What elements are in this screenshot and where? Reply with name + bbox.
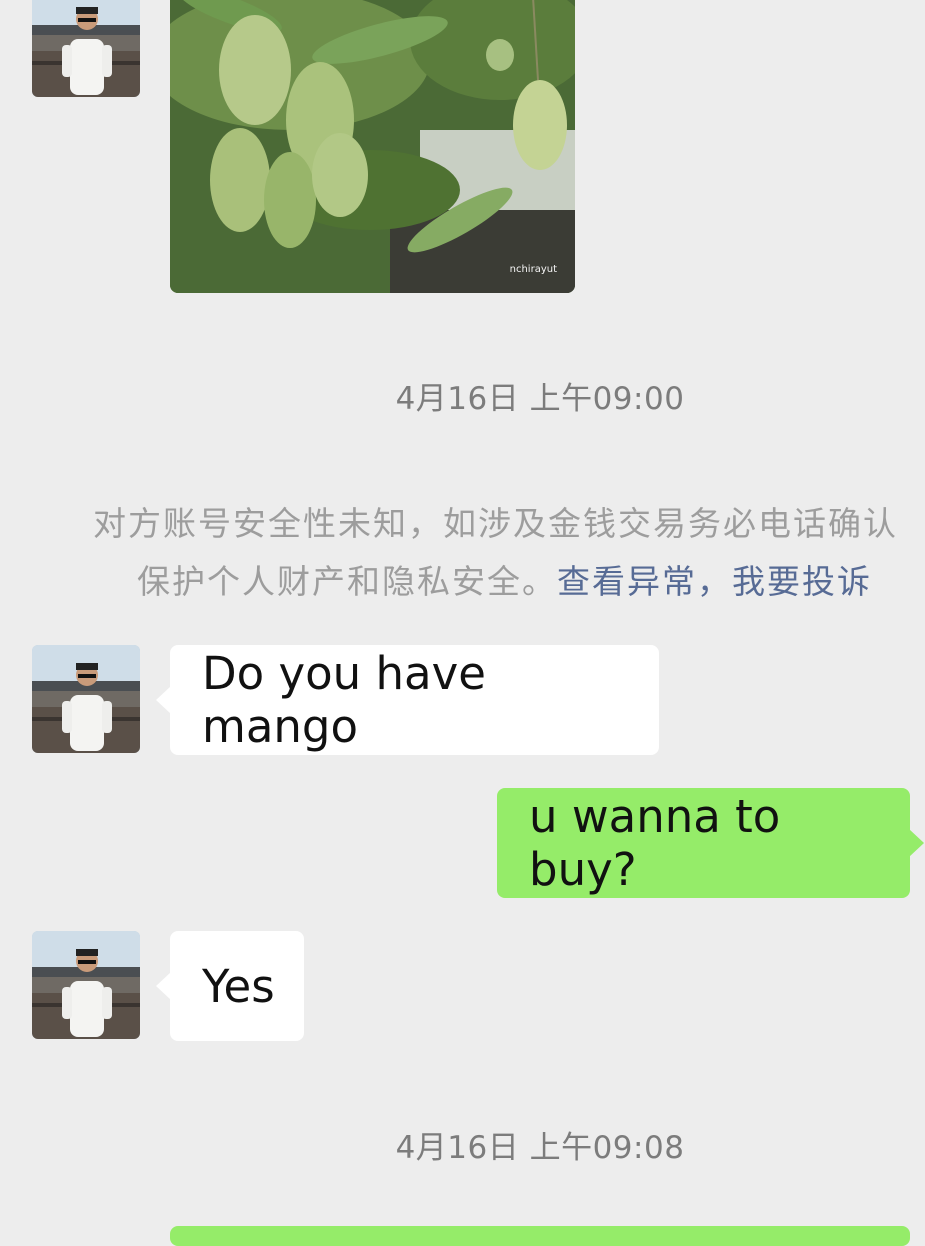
security-notice-text: 保护个人财产和隐私安全。 (137, 562, 557, 601)
bubble-tail (909, 829, 924, 857)
message-bubble-incoming[interactable]: Yes (156, 931, 304, 1041)
notice-separator: ， (697, 562, 732, 601)
image-message-mango-photo[interactable]: nchirayut (170, 0, 575, 293)
photo-watermark: nchirayut (509, 264, 557, 275)
security-notice-line1: 对方账号安全性未知，如涉及金钱交易务必电话确认 (93, 504, 898, 543)
timestamp: 4月16日 上午09:08 (395, 1130, 685, 1166)
message-bubble-outgoing-partial[interactable] (170, 1226, 910, 1246)
security-notice-line2: 保护个人财产和隐私安全。查看异常，我要投诉 (137, 555, 872, 603)
message-text: u wanna to buy? (529, 790, 781, 896)
avatar-contact[interactable] (32, 931, 140, 1039)
report-link[interactable]: 我要投诉 (732, 562, 872, 601)
avatar-contact[interactable] (32, 645, 140, 753)
bubble-tail (156, 972, 171, 1000)
message-bubble-incoming[interactable]: Do you have mango (156, 645, 659, 755)
avatar-contact[interactable] (32, 0, 140, 97)
timestamp: 4月16日 上午09:00 (395, 381, 685, 417)
message-bubble-outgoing[interactable]: u wanna to buy? (497, 788, 924, 898)
view-abnormal-link[interactable]: 查看异常 (557, 562, 697, 601)
message-text: Do you have mango (202, 647, 486, 753)
bubble-tail (156, 686, 171, 714)
mango-tree-image (170, 0, 575, 293)
message-text: Yes (202, 959, 275, 1013)
